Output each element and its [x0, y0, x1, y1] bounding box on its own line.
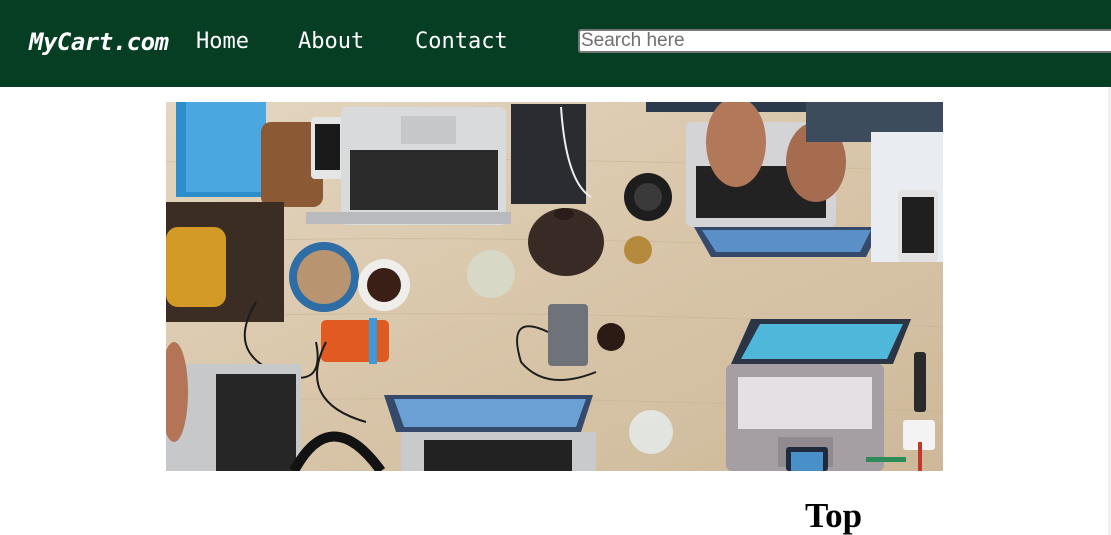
nav-link-home[interactable]: Home: [196, 29, 249, 54]
nav-link-contact[interactable]: Contact: [415, 29, 508, 54]
navbar: MyCart.com Home About Contact: [0, 0, 1111, 87]
hero-image: [166, 102, 943, 471]
brand-logo[interactable]: MyCart.com: [29, 28, 169, 56]
search-input[interactable]: [578, 29, 1111, 53]
nav-link-about[interactable]: About: [298, 29, 364, 54]
section-title: Top: [805, 496, 863, 535]
